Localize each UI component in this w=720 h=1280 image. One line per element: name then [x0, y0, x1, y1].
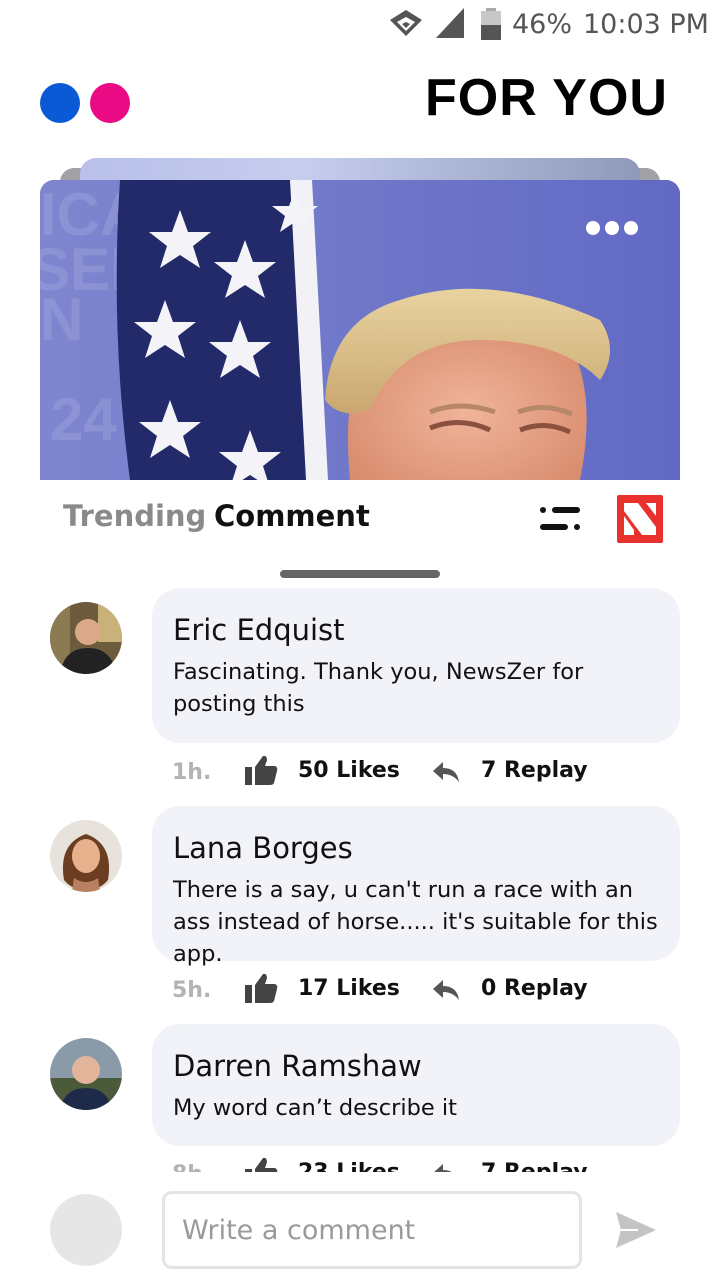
tab-trending[interactable]: Trending	[63, 499, 206, 533]
comment-text: Fascinating. Thank you, NewsZer for post…	[173, 659, 584, 717]
like-count[interactable]: 17 Likes	[298, 976, 400, 1001]
comment-author[interactable]: Darren Ramshaw	[173, 1046, 660, 1086]
thumbs-up-icon[interactable]	[244, 754, 278, 786]
comment-time: 1h.	[172, 760, 212, 785]
wifi-icon	[390, 10, 422, 36]
drag-handle[interactable]	[280, 570, 440, 578]
signal-icon	[436, 8, 464, 38]
clock: 10:03 PM	[583, 9, 709, 40]
thumbs-up-icon[interactable]	[244, 972, 278, 1004]
avatar[interactable]	[50, 820, 122, 892]
reply-count[interactable]: 7 Replay	[481, 758, 588, 783]
comment-author[interactable]: Lana Borges	[173, 828, 660, 868]
reply-icon[interactable]	[432, 760, 460, 784]
logo-dot-pink	[90, 83, 130, 123]
battery-icon	[481, 8, 501, 40]
page-title: FOR YOU	[425, 69, 668, 127]
more-dots-icon	[605, 221, 619, 235]
avatar-photo	[50, 1038, 122, 1110]
comment-bubble: Lana Borges There is a say, u can't run …	[152, 806, 680, 967]
comment-actions: 1h. 50 Likes 7 Replay	[0, 754, 720, 794]
current-user-avatar[interactable]	[50, 1194, 122, 1266]
avatar-photo	[50, 820, 122, 892]
logo-dot-blue	[40, 83, 80, 123]
battery-percent: 46%	[512, 9, 573, 40]
comment-text: There is a say, u can't run a race with …	[173, 877, 658, 967]
comment-actions: 5h. 17 Likes 0 Replay	[0, 972, 720, 1012]
more-dots-icon	[624, 221, 638, 235]
avatar-photo	[50, 602, 122, 674]
comment-time: 5h.	[172, 978, 212, 1003]
like-count[interactable]: 50 Likes	[298, 758, 400, 783]
reply-icon[interactable]	[432, 978, 460, 1002]
avatar[interactable]	[50, 1038, 122, 1110]
comment-input[interactable]	[162, 1191, 582, 1269]
svg-text:N: N	[40, 286, 83, 353]
comment-author[interactable]: Eric Edquist	[173, 610, 660, 650]
svg-text:24: 24	[50, 386, 117, 453]
comment-bubble: Eric Edquist Fascinating. Thank you, New…	[152, 588, 680, 743]
more-dots-icon	[586, 221, 600, 235]
comment-text: My word can’t describe it	[173, 1095, 457, 1121]
news-app-icon[interactable]	[616, 494, 664, 544]
avatar[interactable]	[50, 602, 122, 674]
send-icon[interactable]	[614, 1210, 658, 1250]
comment-bubble: Darren Ramshaw My word can’t describe it	[152, 1024, 680, 1146]
reply-count[interactable]: 0 Replay	[481, 976, 588, 1001]
tab-comment[interactable]: Comment	[214, 499, 370, 533]
filter-icon[interactable]	[538, 504, 582, 534]
status-bar: 46% 10:03 PM	[0, 0, 720, 50]
more-options-button[interactable]	[578, 212, 646, 244]
